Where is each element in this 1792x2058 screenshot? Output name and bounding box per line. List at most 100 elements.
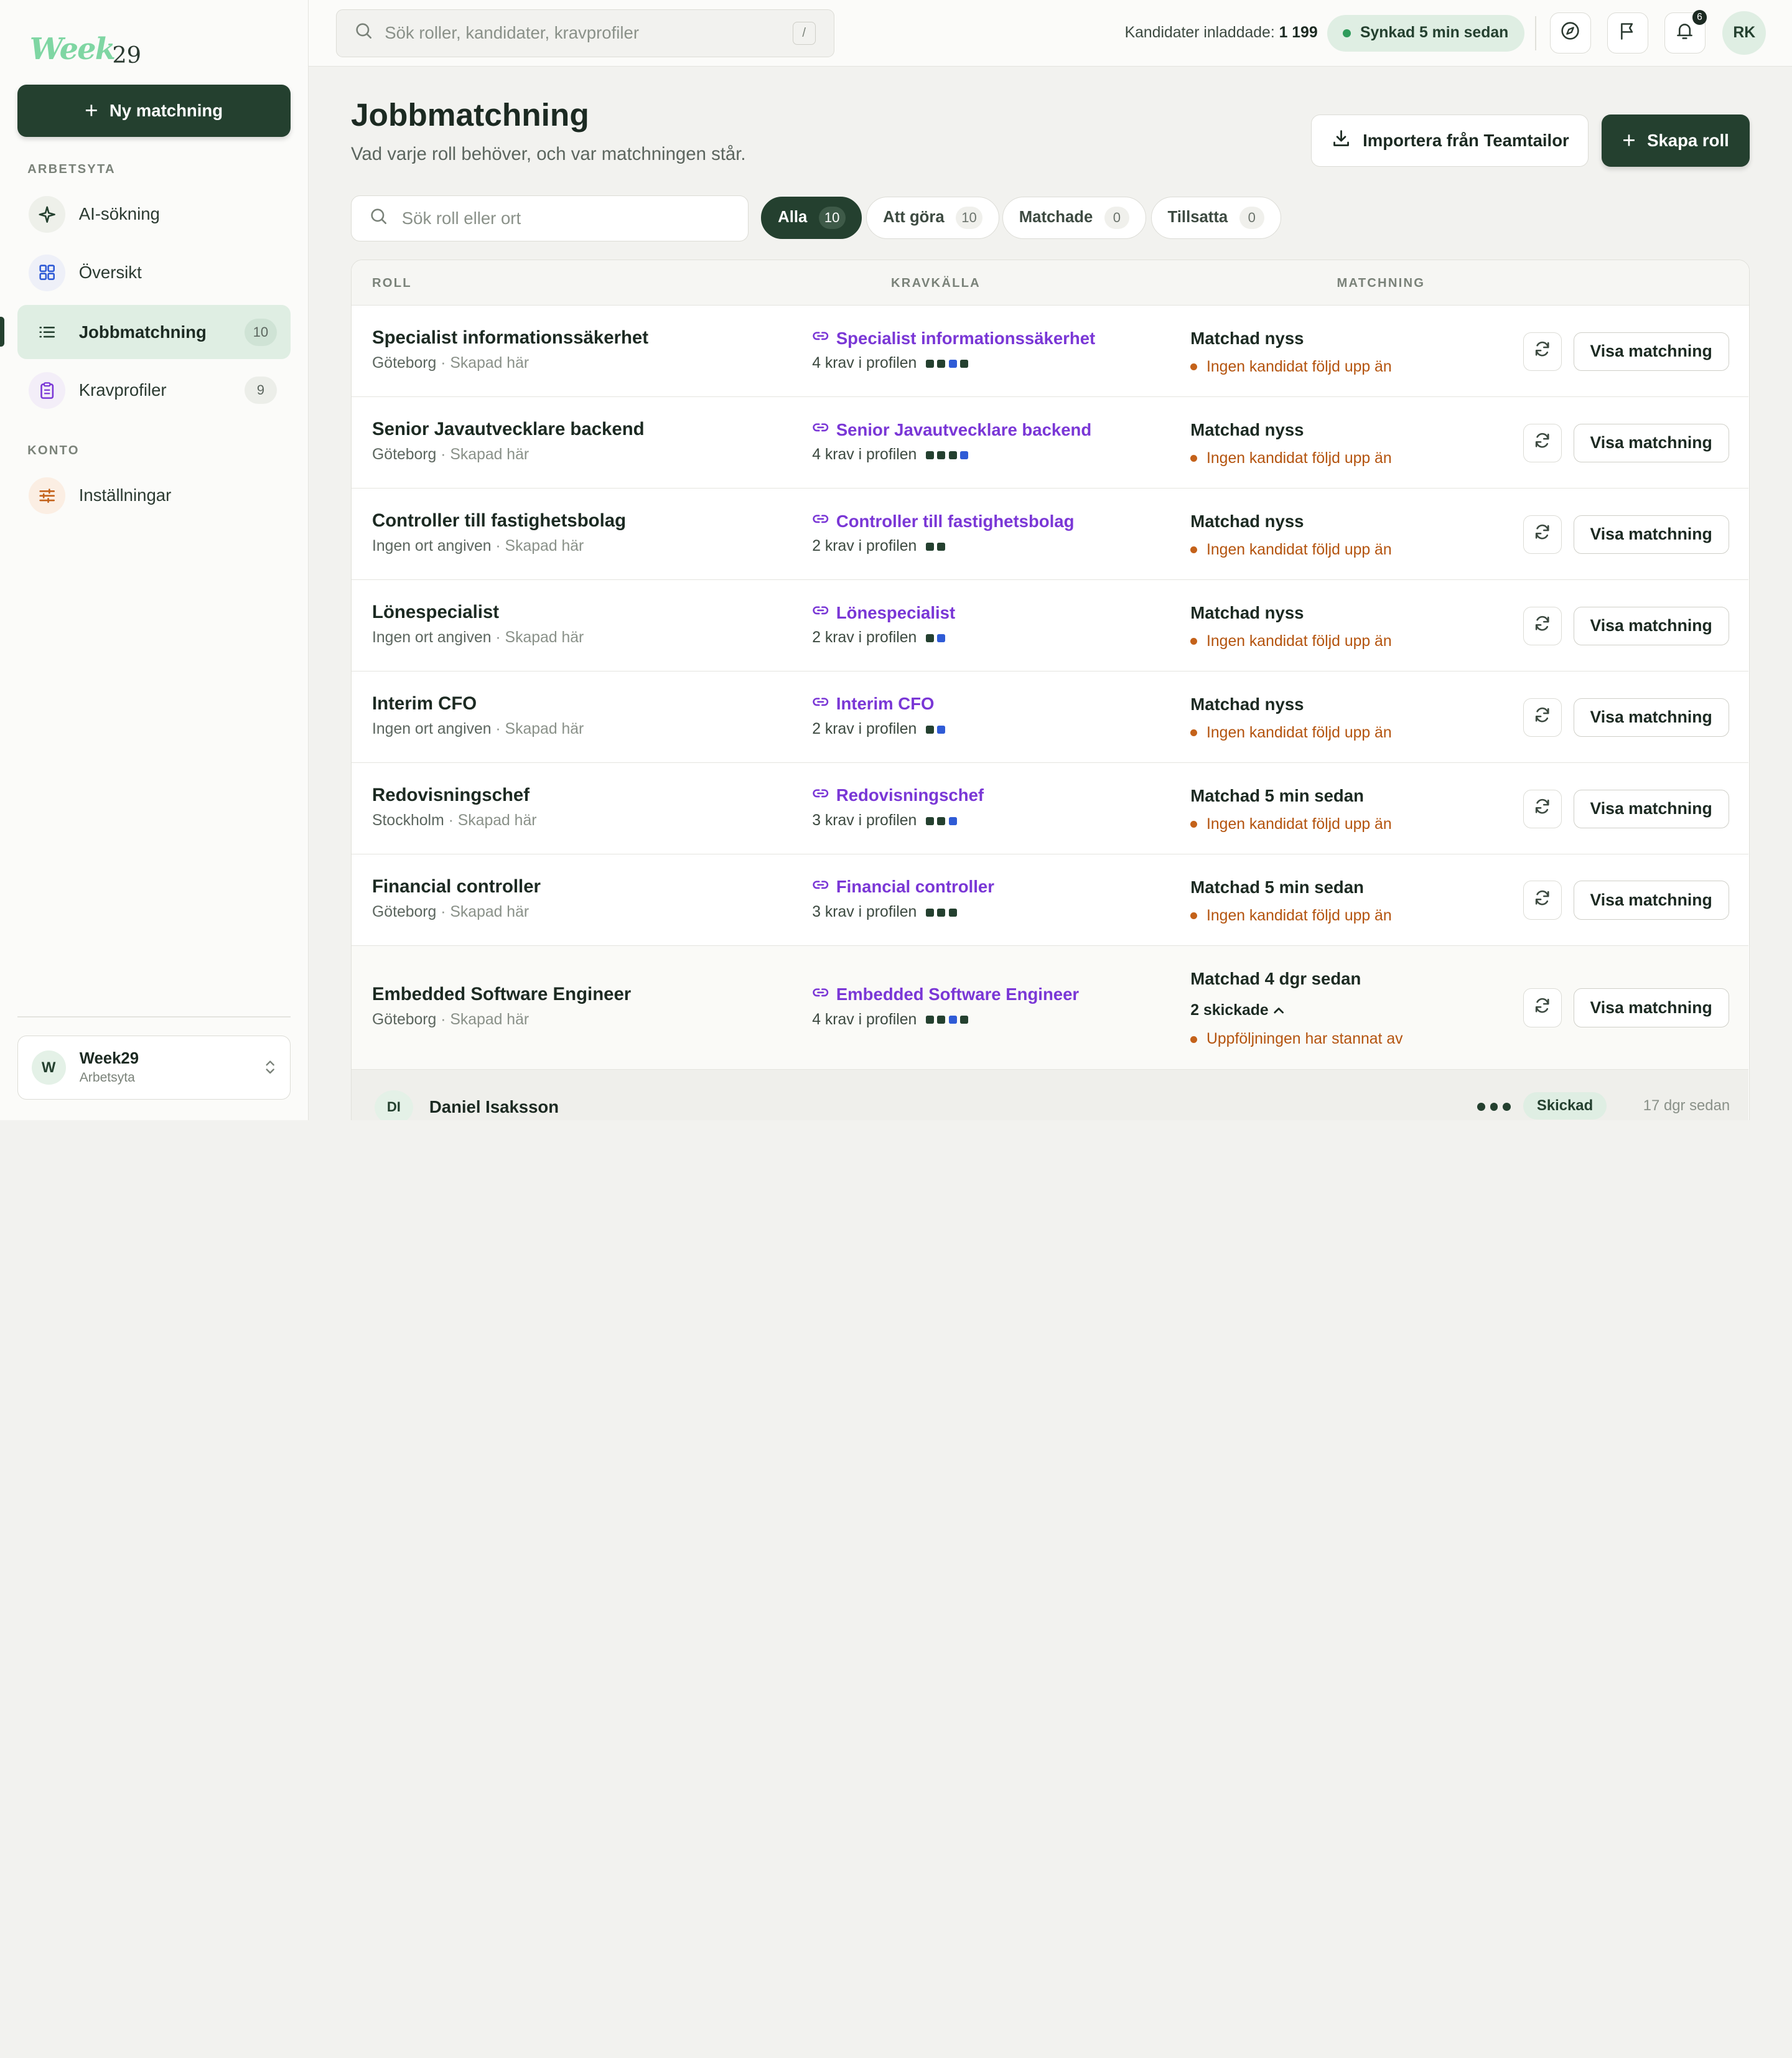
sync-label: Synkad 5 min sedan xyxy=(1360,24,1509,42)
create-role-label: Skapa roll xyxy=(1647,130,1729,150)
view-matching-button[interactable]: Visa matchning xyxy=(1573,698,1729,737)
logo-word: Week xyxy=(29,31,116,67)
requirement-source-link[interactable]: Specialist informationssäkerhet xyxy=(812,327,1095,349)
logo[interactable]: Week 29 xyxy=(29,25,141,69)
column-header-source: KRAVKÄLLA xyxy=(891,276,981,290)
table-row[interactable]: Lönespecialist Ingen ort angiven · Skapad… xyxy=(351,580,1748,672)
filter-label: Tillsatta xyxy=(1167,208,1228,227)
sidebar-item-label: AI-sökning xyxy=(78,204,160,224)
requirement-source-link[interactable]: Senior Javautvecklare backend xyxy=(812,419,1091,441)
filter-count: 10 xyxy=(818,206,846,230)
shortcut-hint: / xyxy=(792,21,816,45)
sidebar-item-settings[interactable]: Inställningar xyxy=(17,469,291,522)
match-time: Matchad 5 min sedan xyxy=(1190,785,1364,805)
table-row[interactable]: Senior Javautvecklare backend Göteborg · … xyxy=(351,397,1748,489)
role-meta: Ingen ort angiven · Skapad här xyxy=(372,538,584,555)
requirement-dot xyxy=(948,451,957,459)
compass-icon xyxy=(1560,21,1580,46)
requirement-source-link[interactable]: Interim CFO xyxy=(812,693,934,715)
candidate-time: 17 dgr sedan xyxy=(1643,1097,1730,1114)
refresh-icon xyxy=(1533,523,1551,546)
requirement-count-label: 4 krav i profilen xyxy=(812,1011,917,1028)
table-row[interactable]: Financial controller Göteborg · Skapad hä… xyxy=(351,854,1748,947)
requirement-dots xyxy=(925,816,957,825)
requirement-source-link[interactable]: Controller till fastighetsbolag xyxy=(812,510,1074,532)
source-label: Redovisningschef xyxy=(836,785,984,805)
link-icon xyxy=(812,785,829,807)
refresh-match-button[interactable] xyxy=(1523,332,1562,372)
sync-status-badge: Synkad 5 min sedan xyxy=(1327,14,1524,52)
source-label: Senior Javautvecklare backend xyxy=(836,419,1092,439)
requirement-dot xyxy=(948,816,957,825)
compass-button[interactable] xyxy=(1549,12,1592,54)
view-matching-button[interactable]: Visa matchning xyxy=(1573,988,1729,1027)
role-search-input[interactable]: Sök roll eller ort xyxy=(350,195,749,241)
requirement-dots xyxy=(925,634,946,642)
more-options-icon[interactable] xyxy=(1477,1102,1511,1111)
role-created: · Skapad här xyxy=(441,1011,530,1028)
table-row[interactable]: Interim CFO Ingen ort angiven · Skapad hä… xyxy=(351,671,1748,764)
requirement-count: 4 krav i profilen xyxy=(812,355,968,372)
requirement-count-label: 3 krav i profilen xyxy=(812,812,917,830)
view-matching-button[interactable]: Visa matchning xyxy=(1573,881,1729,920)
sidebar-item-overview[interactable]: Översikt xyxy=(17,246,291,299)
refresh-match-button[interactable] xyxy=(1523,606,1562,646)
refresh-match-button[interactable] xyxy=(1523,789,1562,828)
refresh-match-button[interactable] xyxy=(1523,515,1562,554)
refresh-match-button[interactable] xyxy=(1523,423,1562,463)
plus-icon: + xyxy=(1622,127,1636,153)
role-title: Lönespecialist xyxy=(372,602,500,623)
refresh-match-button[interactable] xyxy=(1523,698,1562,737)
sidebar-item-count: 9 xyxy=(245,377,277,405)
match-time: Matchad 4 dgr sedan xyxy=(1190,968,1361,988)
view-matching-button[interactable]: Visa matchning xyxy=(1573,423,1729,463)
source-label: Specialist informationssäkerhet xyxy=(836,328,1096,348)
requirement-source-link[interactable]: Lönespecialist xyxy=(812,602,955,624)
link-icon xyxy=(812,510,829,532)
create-role-button[interactable]: + Skapa roll xyxy=(1601,114,1750,167)
table-row[interactable]: Redovisningschef Stockholm · Skapad här Re… xyxy=(351,763,1748,855)
filter-chip-todo[interactable]: Att göra 10 xyxy=(866,196,999,239)
view-matching-button[interactable]: Visa matchning xyxy=(1573,789,1729,828)
requirement-dot xyxy=(937,908,946,917)
filter-chip-all[interactable]: Alla 10 xyxy=(761,196,862,239)
requirement-dot xyxy=(960,451,968,459)
link-icon xyxy=(812,327,829,349)
flag-button[interactable] xyxy=(1607,12,1648,54)
refresh-match-button[interactable] xyxy=(1523,988,1562,1027)
import-teamtailor-button[interactable]: Importera från Teamtailor xyxy=(1311,114,1589,167)
sidebar-item-ai-search[interactable]: AI-sökning xyxy=(17,187,291,241)
new-matching-button[interactable]: + Ny matchning xyxy=(17,84,291,138)
view-matching-button[interactable]: Visa matchning xyxy=(1573,606,1729,646)
role-location: Ingen ort angiven xyxy=(372,629,492,647)
filter-chip-matched[interactable]: Matchade 0 xyxy=(1002,196,1146,239)
role-title: Redovisningschef xyxy=(372,785,530,806)
view-matching-button[interactable]: Visa matchning xyxy=(1573,332,1729,372)
global-search-input[interactable]: Sök roller, kandidater, kravprofiler / xyxy=(336,9,834,57)
followup-status-label: Ingen kandidat följd upp än xyxy=(1206,358,1392,375)
sidebar-item-job-matching[interactable]: Jobbmatchning 10 xyxy=(17,305,291,359)
refresh-match-button[interactable] xyxy=(1523,881,1562,920)
requirement-count: 2 krav i profilen xyxy=(812,721,946,738)
requirement-source-link[interactable]: Embedded Software Engineer xyxy=(812,984,1079,1006)
view-matching-button[interactable]: Visa matchning xyxy=(1573,515,1729,554)
role-meta: Göteborg · Skapad här xyxy=(372,446,529,464)
table-row[interactable]: Specialist informationssäkerhet Göteborg … xyxy=(351,306,1748,398)
sidebar-item-requirement-profiles[interactable]: Kravprofiler 9 xyxy=(17,363,291,417)
user-avatar[interactable]: RK xyxy=(1722,11,1766,55)
sparkle-icon xyxy=(28,196,65,233)
requirement-dot xyxy=(937,1016,946,1024)
table-row[interactable]: Embedded Software Engineer Göteborg · Ska… xyxy=(351,946,1748,1070)
requirement-source-link[interactable]: Redovisningschef xyxy=(812,785,984,807)
workspace-switcher[interactable]: W Week29 Arbetsyta xyxy=(17,1036,291,1100)
sent-toggle[interactable]: 2 skickade xyxy=(1190,1002,1284,1019)
role-meta: Göteborg · Skapad här xyxy=(372,1011,529,1029)
status-dot xyxy=(1190,1036,1198,1043)
table-row[interactable]: Controller till fastighetsbolag Ingen ort… xyxy=(351,489,1748,581)
role-created: · Skapad här xyxy=(441,904,530,921)
candidate-row[interactable]: DI Daniel Isaksson Skickad 17 dgr sedan xyxy=(351,1069,1748,1121)
notifications-button[interactable]: 6 xyxy=(1664,9,1707,54)
requirement-source-link[interactable]: Financial controller xyxy=(812,876,994,898)
requirement-dot xyxy=(925,360,934,368)
filter-chip-filled[interactable]: Tillsatta 0 xyxy=(1150,196,1281,239)
